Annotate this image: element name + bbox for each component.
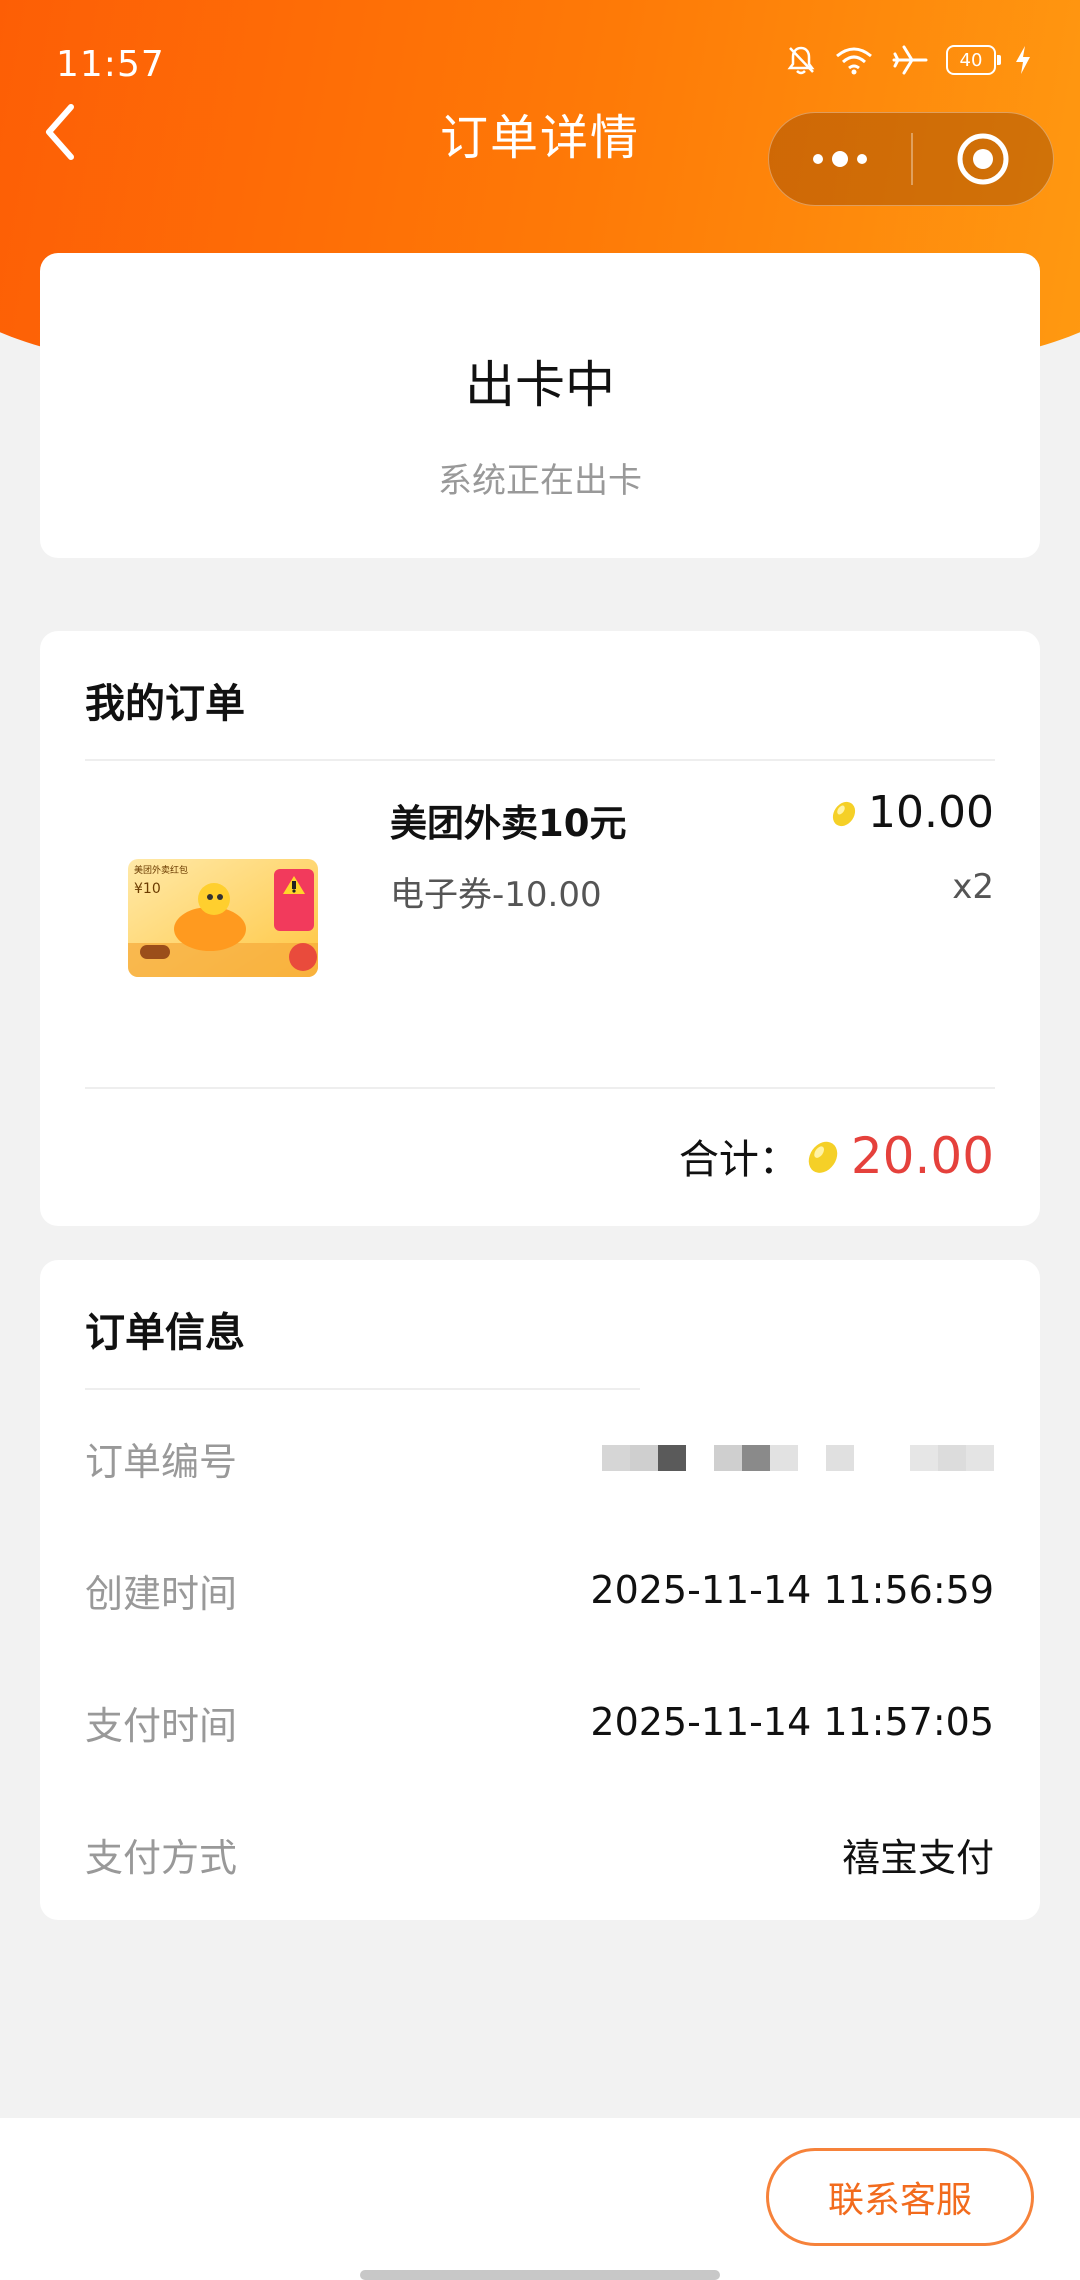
- info-label: 支付方式: [85, 1835, 238, 1880]
- product-price: 10.00: [830, 787, 994, 838]
- order-status-description: 系统正在出卡: [438, 461, 642, 501]
- miniapp-capsule: [768, 112, 1054, 206]
- target-icon: [957, 133, 1009, 185]
- dot-icon: [832, 151, 848, 167]
- more-button[interactable]: [769, 113, 911, 205]
- charging-icon: [1016, 46, 1030, 74]
- order-detail-page: 11:57 40 订单详情 出卡中 系统正在出卡 我的订单 美团外卖红包 ¥10…: [0, 0, 1080, 2280]
- payment-method-value: 禧宝支付: [841, 1835, 994, 1880]
- wifi-icon: [836, 47, 872, 75]
- battery-icon: 40: [946, 45, 1001, 75]
- status-time: 11:57: [56, 44, 165, 85]
- product-image[interactable]: 美团外卖红包 ¥10: [128, 859, 318, 977]
- my-order-card: 我的订单 美团外卖红包 ¥10 美团外卖10元 电子券-10.00 10.00 …: [40, 631, 1040, 1226]
- product-name: 美团外卖10元: [390, 802, 627, 845]
- product-quantity: x2: [952, 867, 994, 907]
- coin-bean-icon: [832, 801, 856, 826]
- info-label: 创建时间: [85, 1571, 238, 1616]
- airplane-icon: [892, 45, 928, 75]
- coupon-card-image: 美团外卖红包 ¥10: [128, 859, 318, 977]
- divider: [85, 1388, 640, 1390]
- bottom-action-bar: 联系客服: [0, 2118, 1080, 2280]
- order-status-card: 出卡中 系统正在出卡: [40, 253, 1040, 558]
- svg-text:美团外卖红包: 美团外卖红包: [134, 864, 188, 876]
- bell-muted-icon: [787, 46, 815, 75]
- order-total: 合计： 20.00: [679, 1127, 994, 1185]
- product-spec: 电子券-10.00: [390, 875, 602, 915]
- my-order-heading: 我的订单: [85, 681, 245, 727]
- contact-support-button[interactable]: 联系客服: [766, 2148, 1034, 2246]
- info-row-paid-time: 支付时间 2025-11-14 11:57:05: [85, 1692, 994, 1752]
- info-label: 支付时间: [85, 1703, 238, 1748]
- home-indicator[interactable]: [360, 2270, 720, 2280]
- total-value: 20.00: [850, 1127, 994, 1185]
- order-info-card: 订单信息 订单编号 创建时间 2025-11-14 11:56:59 支付时间 …: [40, 1260, 1040, 1920]
- coin-bean-icon: [808, 1141, 838, 1173]
- order-info-heading: 订单信息: [85, 1310, 245, 1356]
- total-label: 合计：: [678, 1137, 799, 1183]
- dot-icon: [857, 154, 867, 164]
- info-row-payment-method: 支付方式 禧宝支付: [85, 1824, 994, 1884]
- paid-time-value: 2025-11-14 11:57:05: [590, 1700, 994, 1744]
- created-time-value: 2025-11-14 11:56:59: [590, 1568, 994, 1612]
- order-status-title: 出卡中: [465, 356, 615, 414]
- dot-icon: [813, 154, 823, 164]
- close-miniapp-button[interactable]: [913, 131, 1053, 187]
- battery-level: 40: [959, 49, 983, 71]
- divider: [85, 1087, 995, 1089]
- svg-text:¥10: ¥10: [134, 881, 161, 897]
- info-row-created-time: 创建时间 2025-11-14 11:56:59: [85, 1560, 994, 1620]
- product-price-value: 10.00: [868, 787, 994, 838]
- divider: [85, 759, 995, 761]
- status-icons: 40: [786, 44, 1032, 76]
- order-number-masked: [602, 1445, 994, 1471]
- info-label: 订单编号: [85, 1439, 238, 1484]
- info-row-order-number: 订单编号: [85, 1428, 994, 1488]
